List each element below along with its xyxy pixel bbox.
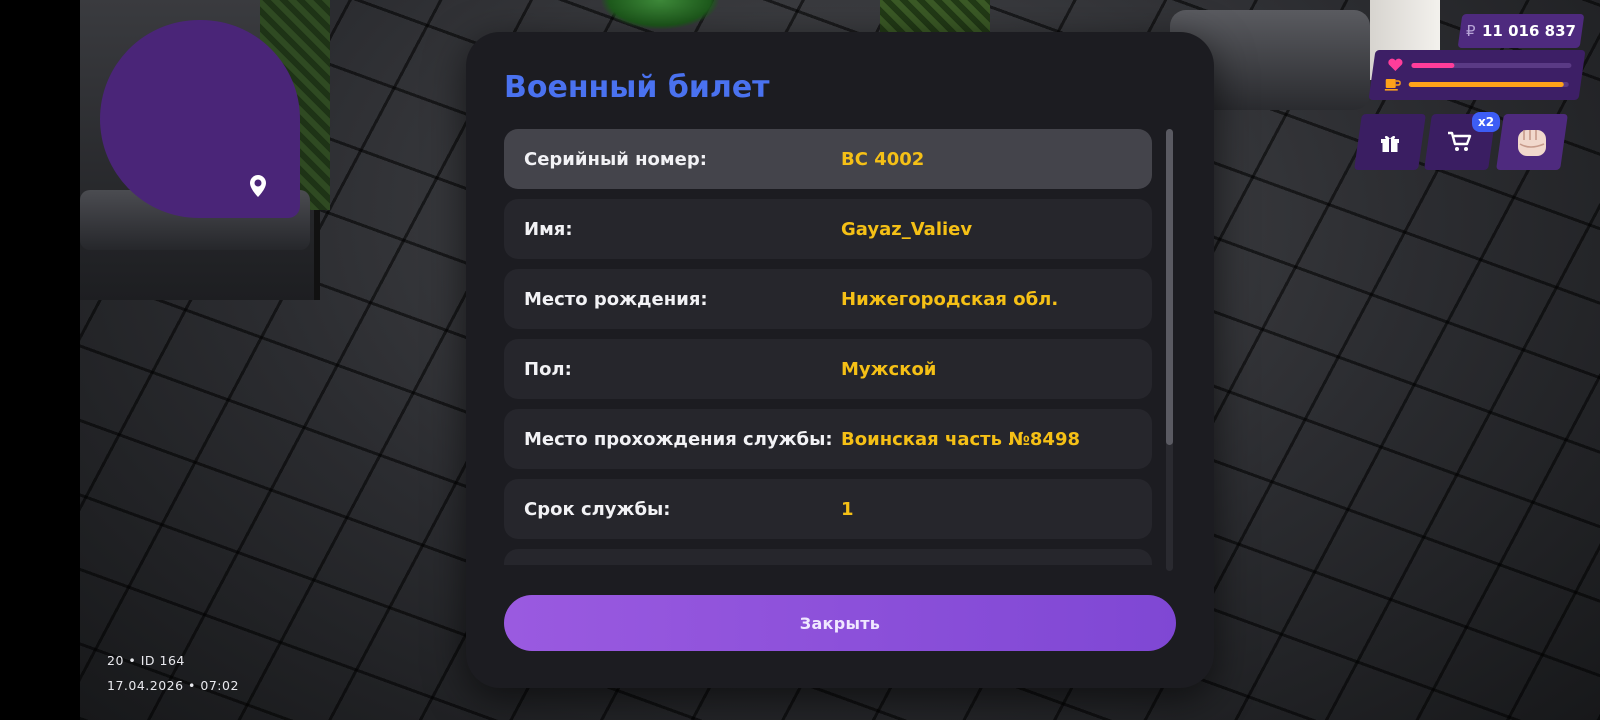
minimap[interactable] [100, 20, 300, 218]
info-row-service-term: Срок службы: 1 [504, 479, 1152, 539]
money-display: ₽ 11 016 837 [1457, 14, 1585, 48]
money-amount: 11 016 837 [1481, 22, 1576, 40]
hunger-bar [1384, 77, 1569, 91]
row-value: Мужской [841, 358, 937, 380]
health-track [1411, 62, 1572, 68]
stats-panel [1368, 50, 1586, 100]
row-value: Воинская часть №8498 [841, 428, 1081, 450]
cart-badge: x2 [1472, 112, 1500, 132]
hunger-fill [1408, 81, 1564, 87]
info-row-partial [504, 549, 1152, 565]
info-row-name: Имя: Gayaz_Valiev [504, 199, 1152, 259]
row-value: Gayaz_Valiev [841, 218, 973, 240]
cup-icon [1384, 79, 1401, 91]
info-row-gender: Пол: Мужской [504, 339, 1152, 399]
close-button[interactable]: Закрыть [504, 595, 1176, 651]
row-label: Место рождения: [524, 288, 708, 310]
row-label: Срок службы: [524, 498, 671, 520]
cart-icon [1448, 131, 1472, 151]
info-row-service-place: Место прохождения службы: Воинская часть… [504, 409, 1152, 469]
session-datetime-text: 17.04.2026 • 07:02 [107, 678, 239, 693]
row-value: Нижегородская обл. [841, 288, 1059, 310]
location-pin-icon [250, 175, 266, 197]
heart-icon [1388, 58, 1403, 71]
scrollbar-thumb[interactable] [1166, 129, 1173, 445]
row-label: Место прохождения службы: [524, 428, 833, 450]
currency-icon: ₽ [1466, 22, 1476, 40]
gift-icon [1381, 135, 1399, 152]
dialog-title: Военный билет [504, 70, 770, 105]
row-value: 1 [841, 498, 854, 520]
fist-weapon-button[interactable] [1496, 114, 1568, 170]
fist-icon [1518, 130, 1546, 156]
game-plant [600, 0, 720, 30]
scrollbar[interactable] [1166, 129, 1173, 571]
gift-button[interactable] [1354, 114, 1426, 170]
session-id-text: 20 • ID 164 [107, 653, 185, 668]
info-list[interactable]: Серийный номер: ВС 4002 Имя: Gayaz_Valie… [504, 129, 1164, 565]
row-label: Имя: [524, 218, 573, 240]
row-label: Серийный номер: [524, 148, 707, 170]
hunger-track [1408, 81, 1569, 87]
health-fill [1411, 62, 1455, 68]
info-row-birthplace: Место рождения: Нижегородская обл. [504, 269, 1152, 329]
health-bar [1387, 58, 1572, 72]
military-id-dialog: Военный билет Серийный номер: ВС 4002 Им… [466, 32, 1214, 688]
row-label: Пол: [524, 358, 572, 380]
row-value: ВС 4002 [841, 148, 925, 170]
info-row-serial: Серийный номер: ВС 4002 [504, 129, 1152, 189]
